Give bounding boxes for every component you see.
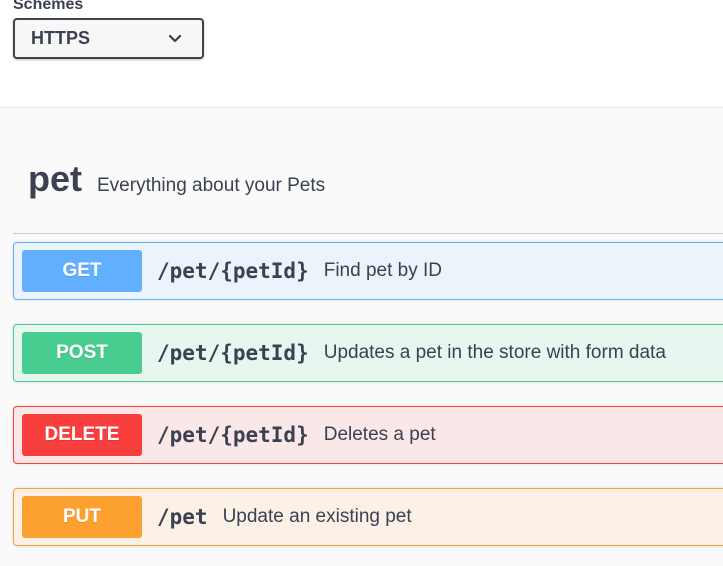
operation-post-pet-by-id[interactable]: POST /pet/{petId} Updates a pet in the s… [13, 324, 723, 382]
operation-path: /pet/{petId} [157, 423, 309, 447]
operations-section: pet Everything about your Pets GET /pet/… [0, 108, 723, 566]
operation-get-pet-by-id[interactable]: GET /pet/{petId} Find pet by ID [13, 242, 723, 300]
tag-description: Everything about your Pets [97, 175, 326, 196]
tag-divider [13, 233, 723, 234]
method-badge-put: PUT [22, 496, 142, 538]
operation-summary: Updates a pet in the store with form dat… [323, 342, 666, 363]
chevron-down-icon [168, 34, 182, 42]
operation-path: /pet/{petId} [157, 259, 309, 283]
method-badge-get: GET [22, 250, 142, 292]
operation-summary: Update an existing pet [222, 506, 412, 527]
method-badge-post: POST [22, 332, 142, 374]
operation-put-pet[interactable]: PUT /pet Update an existing pet [13, 488, 723, 546]
operation-path: /pet/{petId} [157, 341, 309, 365]
operation-summary: Deletes a pet [323, 424, 436, 445]
tag-header-pet[interactable]: pet Everything about your Pets [13, 158, 723, 200]
scheme-selected-value: HTTPS [31, 28, 91, 48]
operation-path: /pet [157, 505, 208, 529]
tag-name: pet [28, 158, 82, 199]
schemes-bar: Schemes HTTPS [0, 0, 723, 108]
operation-delete-pet-by-id[interactable]: DELETE /pet/{petId} Deletes a pet [13, 406, 723, 464]
schemes-label: Schemes [13, 0, 84, 13]
scheme-select[interactable]: HTTPS [13, 18, 204, 59]
operation-summary: Find pet by ID [323, 260, 442, 281]
method-badge-delete: DELETE [22, 414, 142, 456]
